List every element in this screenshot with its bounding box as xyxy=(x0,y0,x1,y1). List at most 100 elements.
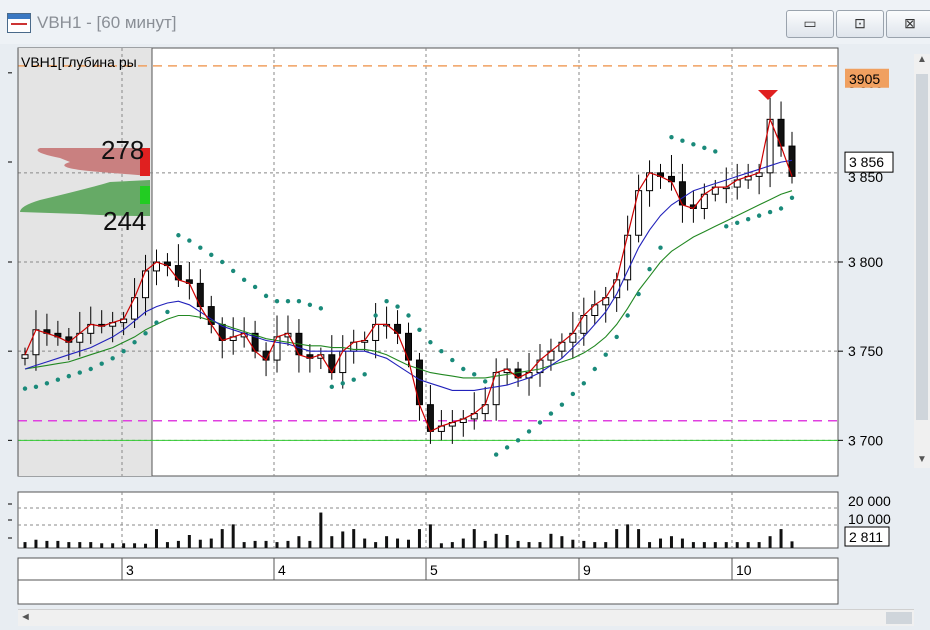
volume-bar xyxy=(746,542,750,548)
parabolic-sar-dot xyxy=(526,429,532,434)
parabolic-sar-dot xyxy=(724,224,729,229)
parabolic-sar-dot xyxy=(307,302,313,307)
volume-bar xyxy=(790,541,794,548)
parabolic-sar-dot xyxy=(767,209,773,215)
window-titlebar: VBH1 - [60 минут] ▭ ⊡ ⊠ xyxy=(0,0,930,44)
volume-bar xyxy=(615,529,619,548)
date-label: 9 xyxy=(583,562,591,578)
parabolic-sar-dot xyxy=(110,356,115,361)
volume-bar xyxy=(297,536,301,548)
parabolic-sar-dot xyxy=(735,220,740,225)
volume-bar xyxy=(330,536,334,548)
parabolic-sar-dot xyxy=(428,340,433,345)
parabolic-sar-dot xyxy=(220,259,225,265)
vertical-scroll-thumb xyxy=(916,74,928,420)
scroll-thumb[interactable] xyxy=(886,612,912,624)
volume-bar xyxy=(209,538,213,548)
parabolic-sar-dot xyxy=(548,411,554,416)
volume-bar xyxy=(439,543,443,548)
parabolic-sar-dot xyxy=(581,381,587,386)
parabolic-sar-dot xyxy=(66,373,72,379)
parabolic-sar-dot xyxy=(789,195,795,200)
volume-bar xyxy=(100,543,104,548)
close-button[interactable]: ⊠ xyxy=(886,10,930,38)
parabolic-sar-dot xyxy=(88,366,93,372)
volume-bar xyxy=(396,538,400,548)
parabolic-sar-dot xyxy=(373,313,378,318)
volume-bar xyxy=(187,535,191,548)
parabolic-sar-dot xyxy=(285,299,291,304)
scroll-down-arrow[interactable]: ▼ xyxy=(914,454,930,468)
date-label: 4 xyxy=(278,562,286,578)
volume-bar xyxy=(319,512,323,548)
parabolic-sar-dot xyxy=(603,352,608,357)
scroll-up-arrow[interactable]: ▲ xyxy=(914,54,930,68)
volume-bar xyxy=(407,539,410,548)
maximize-button[interactable]: ⊡ xyxy=(836,10,884,38)
parabolic-sar-dot xyxy=(384,299,389,304)
volume-bar xyxy=(571,539,575,548)
parabolic-sar-dot xyxy=(296,299,302,304)
volume-bar xyxy=(768,536,772,548)
volume-bar xyxy=(516,540,520,548)
volume-bar xyxy=(648,542,652,548)
volume-axis-label: 10 000 xyxy=(848,511,891,527)
volume-bar xyxy=(363,538,367,548)
volume-bar xyxy=(417,529,421,548)
current-volume-label: 2 811 xyxy=(849,529,883,545)
volume-bar xyxy=(538,542,542,548)
volume-bar xyxy=(133,543,137,548)
volume-bar xyxy=(669,536,673,548)
parabolic-sar-dot xyxy=(22,386,28,391)
parabolic-sar-dot xyxy=(778,206,784,211)
volume-bar xyxy=(56,540,60,548)
parabolic-sar-dot xyxy=(329,384,334,390)
parabolic-sar-dot xyxy=(340,381,345,386)
window-title: VBH1 - [60 минут] xyxy=(37,13,177,32)
parabolic-sar-dot xyxy=(636,291,641,297)
volume-bar xyxy=(286,540,290,548)
date-label: 3 xyxy=(126,562,134,578)
parabolic-sar-dot xyxy=(55,377,61,382)
parabolic-sar-dot xyxy=(504,445,510,450)
volume-bar xyxy=(231,524,235,548)
parabolic-sar-dot xyxy=(176,233,181,238)
volume-bar xyxy=(341,531,345,548)
volume-bar xyxy=(23,542,27,548)
volume-bar xyxy=(78,542,82,548)
current-price-label: 3 856 xyxy=(849,154,884,170)
parabolic-sar-dot xyxy=(472,372,477,377)
parabolic-sar-dot xyxy=(625,313,630,318)
parabolic-sar-dot xyxy=(702,145,707,151)
best-bid-bar xyxy=(140,186,150,204)
volume-bar xyxy=(176,540,180,548)
volume-bar xyxy=(264,540,268,548)
volume-bar xyxy=(757,542,761,548)
parabolic-sar-dot xyxy=(241,277,247,283)
minimize-button[interactable]: ▭ xyxy=(786,10,834,38)
price-axis-label: 3 800 xyxy=(848,254,883,270)
date-label: 10 xyxy=(736,562,752,578)
orderbook-header: VBH1[Глубина ры xyxy=(21,54,137,70)
volume-bar xyxy=(659,538,663,548)
parabolic-sar-dot xyxy=(417,327,422,332)
chart-canvas[interactable]: 3 4 5 9 10 278 244 VBH1[Глубина ры 3 800 3 750 3 7… xyxy=(0,44,930,630)
upper-level-label: 3905 xyxy=(849,71,880,87)
parabolic-sar-dot xyxy=(143,331,148,336)
parabolic-sar-dot xyxy=(165,309,170,315)
price-axis-label: 3 750 xyxy=(848,343,883,359)
volume-bar xyxy=(154,529,158,548)
scroll-left-arrow[interactable]: ◄ xyxy=(20,611,31,623)
ask-volume-label: 278 xyxy=(101,135,144,165)
horizontal-scrollbar[interactable]: ◄ xyxy=(18,609,914,626)
parabolic-sar-dot xyxy=(439,348,444,354)
volume-bar xyxy=(308,540,312,548)
volume-bar xyxy=(604,542,608,548)
parabolic-sar-dot xyxy=(230,268,236,274)
volume-bar xyxy=(242,542,246,548)
chart-area[interactable]: 3 4 5 9 10 278 244 VBH1[Глубина ры 3 800 3 750 3 7… xyxy=(0,44,930,630)
volume-bar xyxy=(198,539,202,548)
parabolic-sar-dot xyxy=(680,138,685,143)
volume-bar xyxy=(505,535,509,548)
parabolic-sar-dot xyxy=(351,377,356,382)
